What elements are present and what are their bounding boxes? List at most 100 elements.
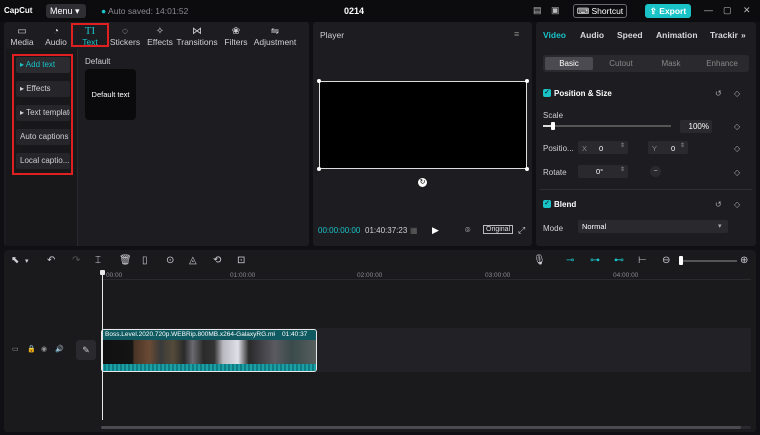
resize-handle[interactable] <box>525 167 529 171</box>
zoom-slider-track[interactable] <box>680 260 737 262</box>
clip-duration: 01:40:37 <box>282 331 308 338</box>
resize-handle[interactable] <box>525 79 529 83</box>
tab-label: Effects <box>147 37 173 47</box>
original-ratio-button[interactable]: Original <box>483 225 514 234</box>
tab-audio[interactable]: ◔ Audio <box>38 26 74 48</box>
tab-tracking[interactable]: Trackir <box>710 30 738 40</box>
resize-handle[interactable] <box>317 79 321 83</box>
menu-button[interactable]: Menu ▾ <box>46 4 86 18</box>
monitor-icon[interactable]: ▣ <box>551 5 560 16</box>
scale-slider-track[interactable] <box>543 125 671 127</box>
keyframe-icon[interactable]: ◇ <box>734 89 740 98</box>
linkage-icon[interactable]: ⊷ <box>614 255 624 266</box>
layout-icon[interactable]: ▤ <box>533 5 542 16</box>
more-tabs-icon[interactable]: » <box>741 30 746 40</box>
mirror-icon[interactable]: ◬ <box>189 255 197 266</box>
track-cover-icon[interactable]: ▭ <box>12 345 19 353</box>
timeline-scrollbar-thumb[interactable] <box>101 426 741 429</box>
keyframe-icon[interactable]: ◇ <box>734 200 740 209</box>
tab-video[interactable]: Video <box>543 30 566 40</box>
keyframe-icon[interactable]: ◇ <box>734 144 740 153</box>
tab-label: Filters <box>224 37 248 47</box>
export-button[interactable]: ⇪ Export <box>645 4 691 18</box>
close-icon[interactable]: ✕ <box>743 5 751 16</box>
tab-speed[interactable]: Speed <box>617 30 643 40</box>
subtab-basic[interactable]: Basic <box>545 57 593 70</box>
rotate-handle-icon[interactable]: ↻ <box>418 178 427 187</box>
shortcut-button[interactable]: ⌨ Shortcut <box>573 4 627 18</box>
reverse-icon[interactable]: ⊙ <box>166 255 174 266</box>
microphone-icon[interactable]: 🎙 <box>533 255 546 266</box>
crop-icon[interactable]: ⊡ <box>237 255 245 266</box>
scale-value-input[interactable]: 100% <box>680 120 712 133</box>
tab-transitions[interactable]: ⋈ Transitions <box>176 26 218 48</box>
subtab-cutout[interactable]: Cutout <box>598 57 644 70</box>
play-icon[interactable]: ▶ <box>432 225 439 236</box>
subtab-enhance[interactable]: Enhance <box>699 57 745 70</box>
keyframe-icon[interactable]: ◇ <box>734 122 740 131</box>
freeze-icon[interactable]: ▯ <box>142 255 148 266</box>
edit-cover-icon[interactable]: ✎ <box>76 340 96 360</box>
blend-checkbox[interactable]: ✓ <box>543 200 551 208</box>
resize-handle[interactable] <box>317 167 321 171</box>
minimize-icon[interactable]: — <box>704 5 713 15</box>
select-tool-icon[interactable]: ⬉ <box>11 255 19 266</box>
shortcut-label: Shortcut <box>591 6 624 16</box>
fullscreen-icon[interactable]: ⤢ <box>518 225 525 236</box>
redo-icon[interactable]: ↷ <box>72 255 80 266</box>
default-text-card[interactable]: Default text <box>85 69 136 120</box>
grid-icon[interactable]: ▦ <box>410 226 418 235</box>
keyframe-icon[interactable]: ◇ <box>734 168 740 177</box>
main-track-magnet-icon[interactable]: ⊸ <box>566 255 574 266</box>
tab-filters[interactable]: ❀ Filters <box>218 26 254 48</box>
rotate-stepper-icon[interactable]: ⇕ <box>620 166 625 173</box>
tab-audio-props[interactable]: Audio <box>580 30 604 40</box>
panel-divider <box>77 49 78 246</box>
tab-animation[interactable]: Animation <box>656 30 698 40</box>
blend-mode-select[interactable]: Normal <box>578 220 728 233</box>
undo-icon[interactable]: ↶ <box>47 255 55 266</box>
x-stepper-icon[interactable]: ⇕ <box>620 142 625 149</box>
section-divider <box>540 189 752 190</box>
rotate-dial-icon[interactable]: − <box>650 166 661 177</box>
preview-axis-icon[interactable]: ⊢ <box>638 255 647 266</box>
speaker-icon[interactable]: 🔊 <box>55 345 64 353</box>
player-current-time: 00:00:00:00 <box>318 226 361 235</box>
reset-icon[interactable]: ↺ <box>715 200 722 209</box>
tab-media[interactable]: ▭ Media <box>4 26 40 48</box>
clip-waveform <box>102 364 316 371</box>
split-icon[interactable]: ⌶ <box>95 255 101 266</box>
playhead[interactable] <box>102 270 103 420</box>
video-clip[interactable]: Boss.Level.2020.720p.WEBRip.800MB.x264-G… <box>101 329 317 372</box>
blend-mode-value: Normal <box>582 222 607 231</box>
player-menu-icon[interactable]: ≡ <box>514 29 519 39</box>
playhead-handle[interactable] <box>100 270 105 275</box>
scale-slider-thumb[interactable] <box>551 122 555 130</box>
lock-icon[interactable]: 🔒 <box>27 345 36 353</box>
position-size-checkbox[interactable]: ✓ <box>543 89 551 97</box>
filters-icon: ❀ <box>231 26 241 37</box>
zoom-in-icon[interactable]: ⊕ <box>740 255 748 266</box>
export-label: Export <box>659 6 687 16</box>
screenshot-icon[interactable]: ⌾ <box>465 225 470 236</box>
auto-snap-icon[interactable]: ⊶ <box>590 255 600 266</box>
reset-icon[interactable]: ↺ <box>715 89 722 98</box>
time-ruler[interactable] <box>101 270 751 280</box>
subtab-mask[interactable]: Mask <box>648 57 694 70</box>
ruler-tick-label: 02:00:00 <box>357 272 383 279</box>
chevron-down-icon[interactable]: ▾ <box>25 257 29 265</box>
tab-adjustment[interactable]: ⇋ Adjustment <box>252 26 298 48</box>
clip-name: Boss.Level.2020.720p.WEBRip.800MB.x264-G… <box>105 331 275 338</box>
maximize-icon[interactable]: ▢ <box>723 5 732 16</box>
eye-icon[interactable]: ◉ <box>41 345 47 353</box>
video-preview[interactable] <box>319 81 527 169</box>
tab-effects[interactable]: ✧ Effects <box>142 26 178 48</box>
zoom-out-icon[interactable]: ⊖ <box>662 255 670 266</box>
tab-stickers[interactable]: ◌ Stickers <box>106 26 144 48</box>
delete-icon[interactable]: 🗑 <box>119 255 132 266</box>
rotate-icon[interactable]: ⟲ <box>213 255 221 266</box>
tab-label: Adjustment <box>253 37 297 47</box>
y-value: 0 <box>671 144 676 153</box>
y-stepper-icon[interactable]: ⇕ <box>680 142 685 149</box>
zoom-slider-thumb[interactable] <box>679 256 683 265</box>
